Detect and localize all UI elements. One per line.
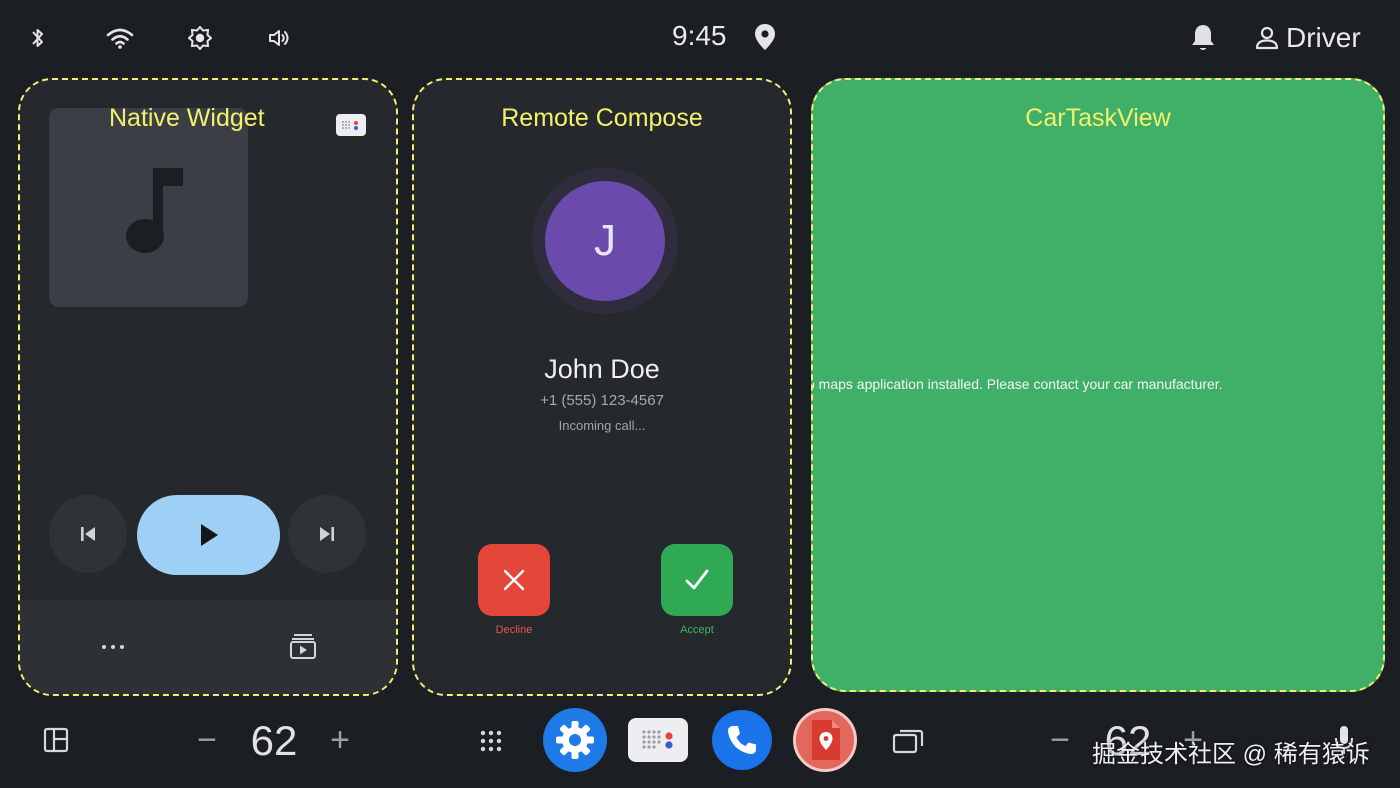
location-icon[interactable] <box>752 22 778 52</box>
status-bar: 9:45 Driver <box>0 0 1400 76</box>
widget-footer <box>20 600 396 694</box>
car-task-view-panel[interactable]: CarTaskView o maps application installed… <box>811 78 1385 692</box>
native-widget-panel: Native Widget <box>18 78 398 696</box>
task-view-message: o maps application installed. Please con… <box>813 376 1383 392</box>
album-art <box>49 108 248 307</box>
skip-next-icon <box>317 525 337 543</box>
music-note-icon <box>109 158 189 258</box>
decline-label: Decline <box>495 624 533 636</box>
bell-icon[interactable] <box>1188 22 1218 54</box>
wifi-icon[interactable] <box>104 24 136 52</box>
phone-app-button[interactable] <box>712 710 772 770</box>
left-temp-increase-button[interactable]: + <box>325 718 355 762</box>
map-pin-icon <box>808 718 842 762</box>
car-task-view-title: CarTaskView <box>1025 104 1171 132</box>
settings-app-button[interactable] <box>543 708 607 772</box>
maps-app-button[interactable] <box>793 708 857 772</box>
queue-play-icon <box>289 632 317 660</box>
caller-avatar: J <box>545 181 665 301</box>
more-horiz-icon <box>101 644 125 650</box>
close-icon <box>502 568 526 592</box>
left-temp-decrease-button[interactable]: − <box>192 718 222 762</box>
right-temp-decrease-button[interactable]: − <box>1045 718 1075 762</box>
accept-call-button[interactable] <box>661 544 733 616</box>
native-widget-title: Native Widget <box>109 104 265 132</box>
more-options-button[interactable] <box>98 632 128 662</box>
decline-call-button[interactable] <box>478 544 550 616</box>
gear-icon <box>554 719 596 761</box>
user-profile-button[interactable]: Driver <box>1254 22 1361 54</box>
play-icon <box>198 522 220 548</box>
app-grid-button[interactable] <box>478 728 504 754</box>
task-view-message-text: o maps application installed. Please con… <box>813 376 1223 392</box>
split-screen-icon <box>43 727 69 753</box>
recent-apps-button[interactable] <box>892 724 924 756</box>
bluetooth-icon[interactable] <box>24 24 52 52</box>
accept-label: Accept <box>680 624 714 636</box>
watermark: 掘金技术社区 @ 稀有猿诉 <box>1092 741 1370 768</box>
media-app-icon <box>636 726 680 754</box>
volume-icon[interactable] <box>265 24 293 52</box>
skip-previous-icon <box>78 525 98 543</box>
brightness-icon[interactable] <box>186 24 214 52</box>
clock: 9:45 <box>672 20 727 51</box>
phone-icon <box>725 723 759 757</box>
queue-button[interactable] <box>288 630 318 662</box>
person-icon <box>1254 25 1280 51</box>
skip-next-button[interactable] <box>288 495 366 573</box>
user-name-label: Driver <box>1286 22 1361 53</box>
check-icon <box>684 568 710 592</box>
recents-icon <box>892 726 924 754</box>
remote-compose-title: Remote Compose <box>501 104 703 132</box>
caller-number: +1 (555) 123-4567 <box>540 392 664 409</box>
remote-compose-panel: Remote Compose J John Doe +1 (555) 123-4… <box>412 78 792 696</box>
media-app-icon[interactable] <box>336 114 366 136</box>
split-screen-button[interactable] <box>42 726 70 754</box>
app-grid-icon <box>480 730 502 752</box>
play-button[interactable] <box>137 495 280 575</box>
media-app-button[interactable] <box>628 718 688 762</box>
caller-avatar-ring: J <box>532 168 678 314</box>
skip-previous-button[interactable] <box>49 495 127 573</box>
left-temperature: 62 <box>250 717 298 764</box>
caller-name: John Doe <box>544 354 660 384</box>
call-status: Incoming call... <box>558 418 646 433</box>
